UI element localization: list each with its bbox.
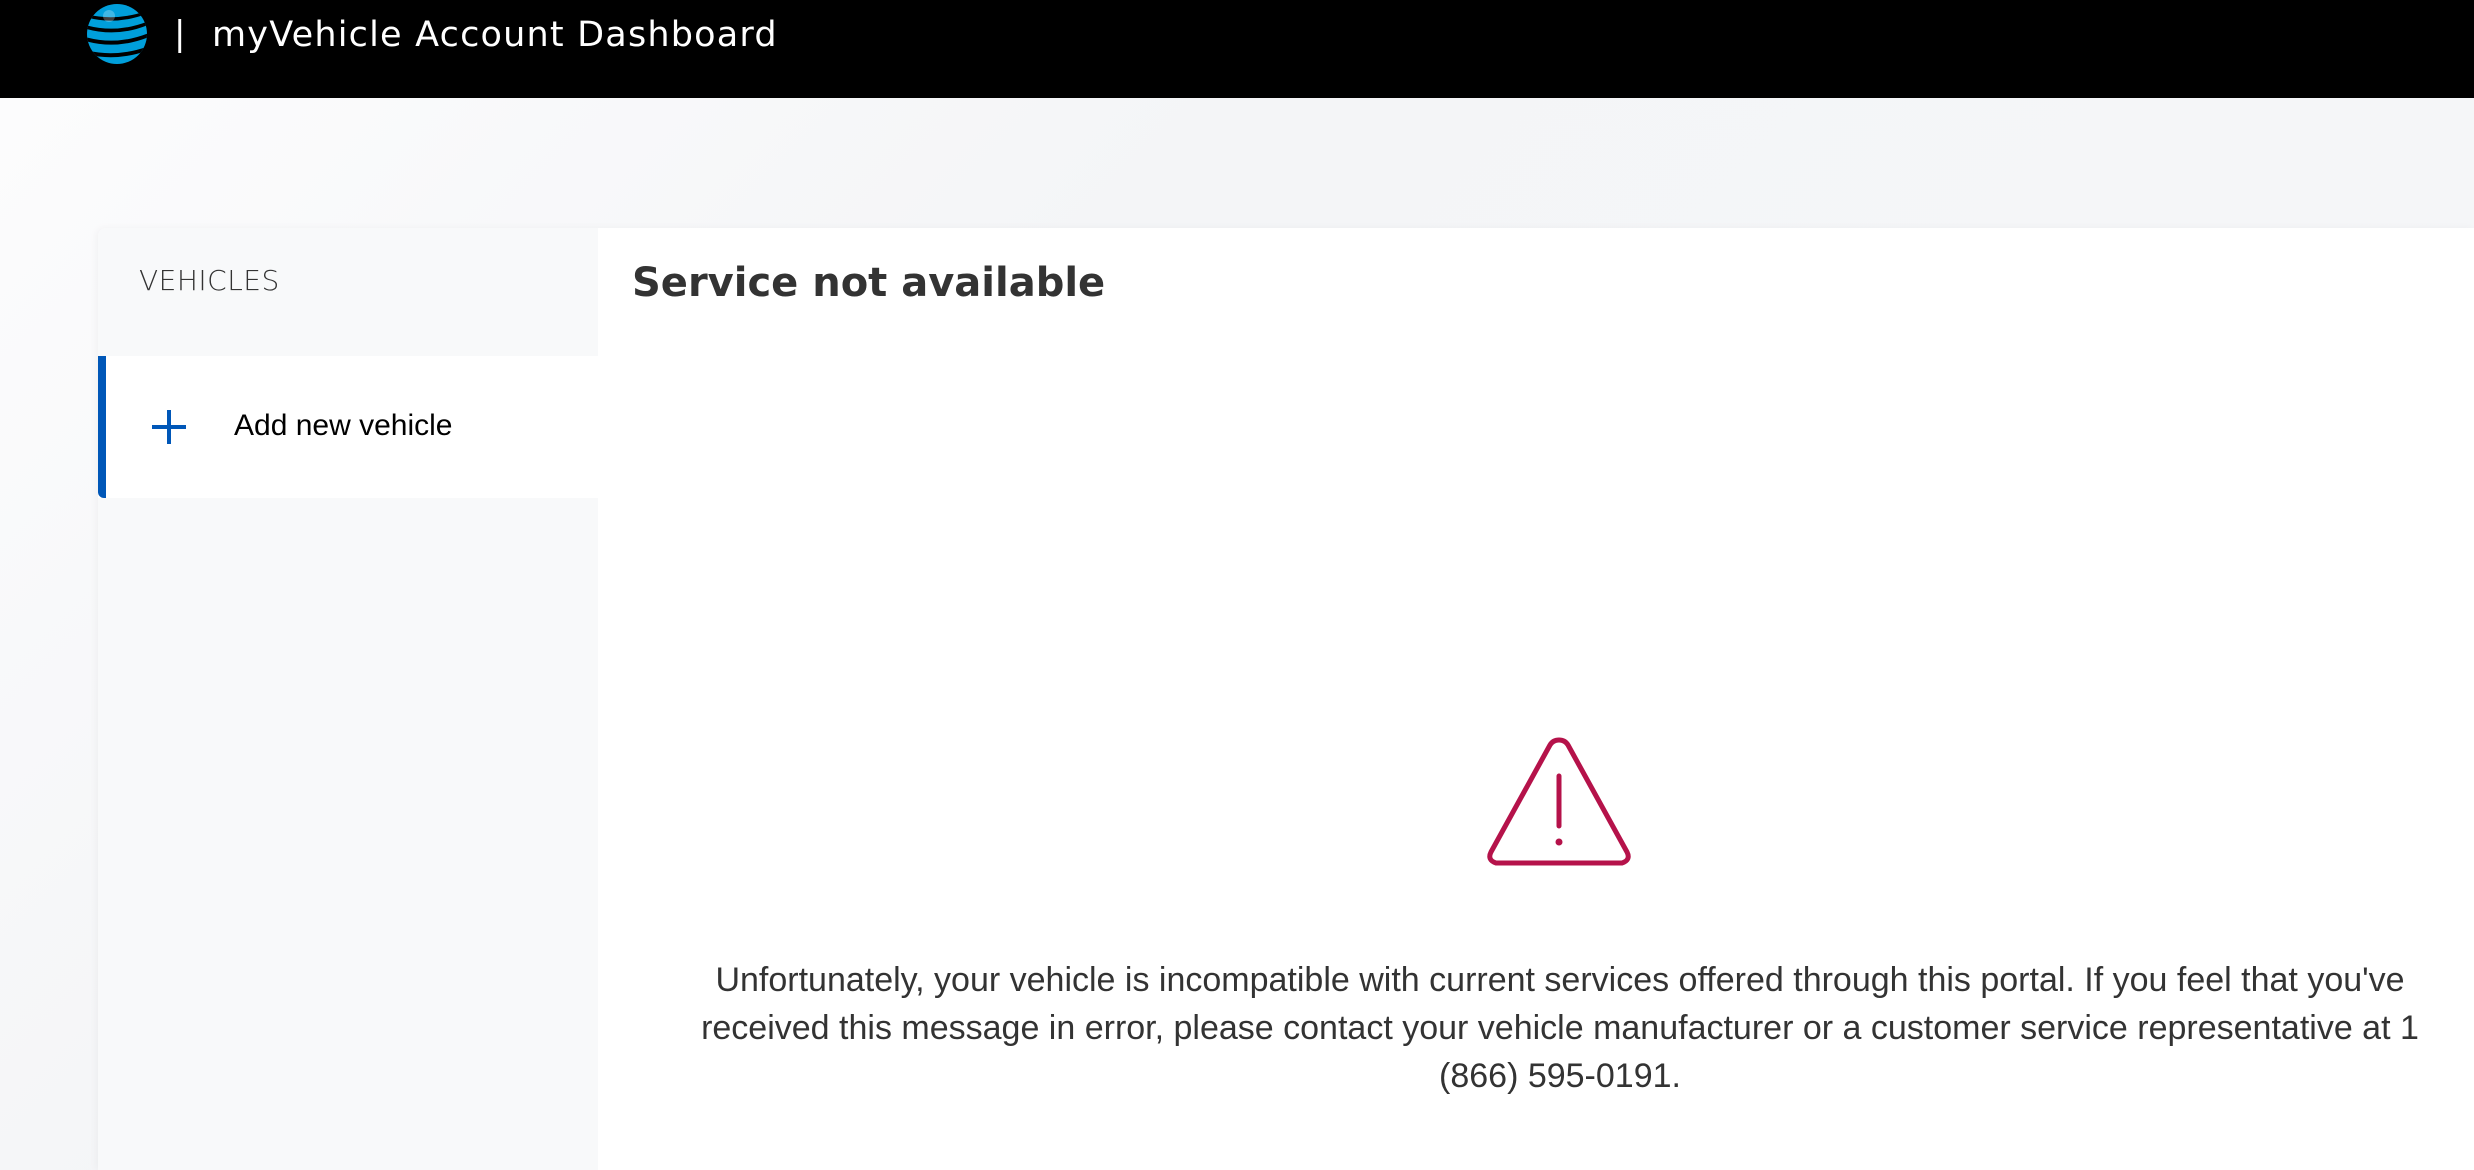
page-title: Service not available bbox=[632, 260, 1106, 306]
sidebar-item-label: Add new vehicle bbox=[234, 409, 453, 442]
header-divider: | bbox=[174, 14, 186, 54]
sidebar-item-add-new-vehicle[interactable]: Add new vehicle bbox=[98, 356, 598, 498]
plus-icon bbox=[152, 410, 186, 444]
top-navigation-bar: | myVehicle Account Dashboard bbox=[0, 0, 2474, 98]
incompatibility-message: Unfortunately, your vehicle is incompati… bbox=[701, 961, 2419, 1095]
active-indicator bbox=[98, 356, 106, 498]
sidebar-heading: VEHICLES bbox=[139, 264, 280, 297]
app-title: myVehicle Account Dashboard bbox=[212, 15, 778, 55]
warning-triangle-icon bbox=[1487, 737, 1631, 866]
att-globe-icon[interactable] bbox=[85, 2, 149, 66]
